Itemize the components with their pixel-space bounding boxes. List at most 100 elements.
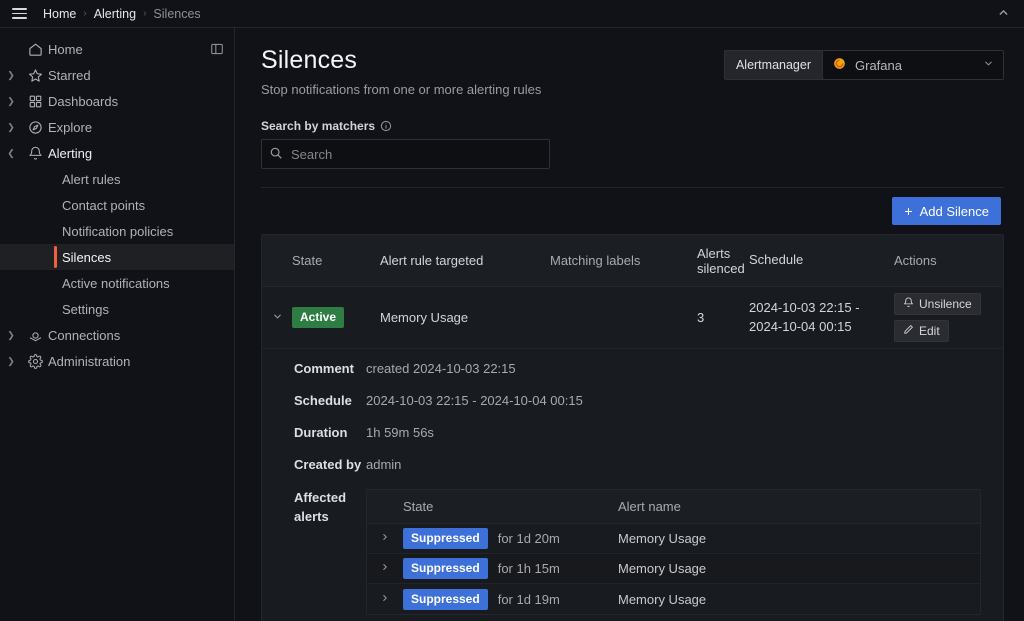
column-header-actions: Actions (894, 253, 1003, 268)
hamburger-icon[interactable] (8, 3, 30, 25)
detail-affected-alerts-key: Affected alerts (294, 489, 366, 615)
sidebar-subitem-label: Contact points (62, 198, 145, 213)
sidebar-item-settings[interactable]: Settings (0, 296, 234, 322)
search-label-row: Search by matchers (261, 119, 1004, 133)
sidebar-item-contact-points[interactable]: Contact points (0, 192, 234, 218)
sidebar-subitem-label: Silences (62, 250, 111, 265)
alertmanager-select[interactable]: Grafana (822, 50, 1004, 80)
unsilence-button[interactable]: Unsilence (894, 293, 981, 315)
affected-alert-name: Memory Usage (618, 561, 980, 576)
alertmanager-picker: Alertmanager Grafana (724, 50, 1004, 80)
gear-icon (22, 354, 48, 369)
status-badge: Suppressed (403, 589, 488, 610)
add-silence-button[interactable]: + Add Silence (892, 197, 1001, 225)
breadcrumb-item-home[interactable]: Home (43, 7, 76, 21)
sidebar-item-connections[interactable]: ❯ Connections (0, 322, 234, 348)
chevron-right-icon[interactable] (367, 593, 403, 606)
sidebar-item-label: Explore (48, 120, 92, 135)
sidebar-item-notification-policies[interactable]: Notification policies (0, 218, 234, 244)
sidebar-item-label: Administration (48, 354, 130, 369)
detail-comment-row: Comment created 2024-10-03 22:15 (294, 361, 1003, 376)
chevron-right-icon[interactable]: ❯ (0, 357, 22, 366)
status-badge: Active (292, 307, 344, 328)
status-badge: Suppressed (403, 528, 488, 549)
breadcrumb-separator-icon: › (83, 8, 86, 19)
alerts-silenced-line1: Alerts (697, 246, 749, 261)
detail-schedule-key: Schedule (294, 393, 366, 408)
affected-alert-row[interactable]: Suppressed for 1d 20m Memory Usage (367, 524, 980, 554)
edit-label: Edit (919, 324, 940, 338)
chevron-down-icon[interactable] (983, 58, 994, 72)
affected-alert-row[interactable]: Suppressed for 1d 19m Memory Usage (367, 584, 980, 614)
sidebar-item-active-notifications[interactable]: Active notifications (0, 270, 234, 296)
row-expand-chevron-down-icon[interactable] (262, 311, 292, 325)
search-input[interactable] (261, 139, 550, 169)
affected-alert-row[interactable]: Suppressed for 1h 15m Memory Usage (367, 554, 980, 584)
top-bar: Home › Alerting › Silences (0, 0, 1024, 28)
search-block: Search by matchers (261, 119, 1004, 169)
affected-column-header-name: Alert name (618, 499, 980, 514)
search-label: Search by matchers (261, 119, 375, 133)
affected-alert-state: Suppressed for 1d 20m (403, 528, 618, 549)
table-row[interactable]: Active Memory Usage 3 2024-10-03 22:15 -… (262, 287, 1003, 349)
page-title: Silences (261, 46, 724, 75)
sidebar-item-explore[interactable]: ❯ Explore (0, 114, 234, 140)
status-badge: Suppressed (403, 558, 488, 579)
affected-alerts-header: State Alert name (367, 490, 980, 524)
column-header-state: State (292, 253, 380, 268)
chevron-up-icon[interactable] (993, 6, 1014, 22)
sidebar-subitem-label: Active notifications (62, 276, 170, 291)
info-circle-icon[interactable] (380, 120, 392, 132)
alerts-silenced-line2: silenced (697, 261, 749, 276)
affected-alert-state: Suppressed for 1d 19m (403, 589, 618, 610)
grafana-logo-icon (832, 56, 847, 74)
breadcrumb-item-silences[interactable]: Silences (153, 7, 200, 21)
affected-alerts-line2: alerts (294, 508, 366, 527)
silences-table-header: State Alert rule targeted Matching label… (262, 235, 1003, 287)
affected-alert-duration: for 1d 19m (498, 592, 560, 607)
connections-icon (22, 328, 48, 343)
affected-column-header-state: State (403, 499, 618, 514)
chevron-down-icon[interactable]: ❮ (0, 149, 22, 158)
column-header-rule: Alert rule targeted (380, 253, 550, 268)
page-header: Silences Stop notifications from one or … (261, 46, 1004, 97)
detail-schedule-value: 2024-10-03 22:15 - 2024-10-04 00:15 (366, 393, 583, 408)
row-alerts-silenced: 3 (697, 310, 749, 325)
sidebar-item-alert-rules[interactable]: Alert rules (0, 166, 234, 192)
chevron-right-icon[interactable]: ❯ (0, 97, 22, 106)
edit-button[interactable]: Edit (894, 320, 949, 342)
sidebar-item-label: Home (48, 42, 83, 57)
detail-duration-value: 1h 59m 56s (366, 425, 434, 440)
affected-alert-state: Suppressed for 1h 15m (403, 558, 618, 579)
chevron-right-icon[interactable]: ❯ (0, 71, 22, 80)
sidebar-item-alerting[interactable]: ❮ Alerting (0, 140, 234, 166)
dock-menu-icon[interactable] (210, 42, 224, 56)
sidebar-item-silences[interactable]: Silences (0, 244, 234, 270)
sidebar-item-administration[interactable]: ❯ Administration (0, 348, 234, 374)
sidebar-item-home[interactable]: Home (0, 36, 234, 62)
page-subtitle: Stop notifications from one or more aler… (261, 82, 724, 97)
chevron-right-icon[interactable]: ❯ (0, 331, 22, 340)
column-header-schedule: Schedule (749, 251, 894, 270)
detail-created-by-key: Created by (294, 457, 366, 472)
alertmanager-label: Alertmanager (724, 50, 822, 80)
breadcrumb-item-alerting[interactable]: Alerting (94, 7, 136, 21)
detail-comment-value: created 2024-10-03 22:15 (366, 361, 516, 376)
detail-schedule-row: Schedule 2024-10-03 22:15 - 2024-10-04 0… (294, 393, 1003, 408)
sidebar-item-label: Connections (48, 328, 120, 343)
detail-comment-key: Comment (294, 361, 366, 376)
chevron-right-icon[interactable] (367, 562, 403, 575)
row-alert-rule: Memory Usage (380, 310, 550, 325)
chevron-right-icon[interactable] (367, 532, 403, 545)
star-icon (22, 68, 48, 83)
sidebar-item-label: Starred (48, 68, 91, 83)
chevron-right-icon[interactable]: ❯ (0, 123, 22, 132)
silence-detail: Comment created 2024-10-03 22:15 Schedul… (262, 349, 1003, 621)
pencil-icon (903, 324, 914, 338)
detail-created-by-row: Created by admin (294, 457, 1003, 472)
main-content: Silences Stop notifications from one or … (235, 28, 1024, 621)
sidebar-item-dashboards[interactable]: ❯ Dashboards (0, 88, 234, 114)
sidebar-subitem-label: Settings (62, 302, 109, 317)
apps-icon (22, 94, 48, 109)
sidebar-item-starred[interactable]: ❯ Starred (0, 62, 234, 88)
